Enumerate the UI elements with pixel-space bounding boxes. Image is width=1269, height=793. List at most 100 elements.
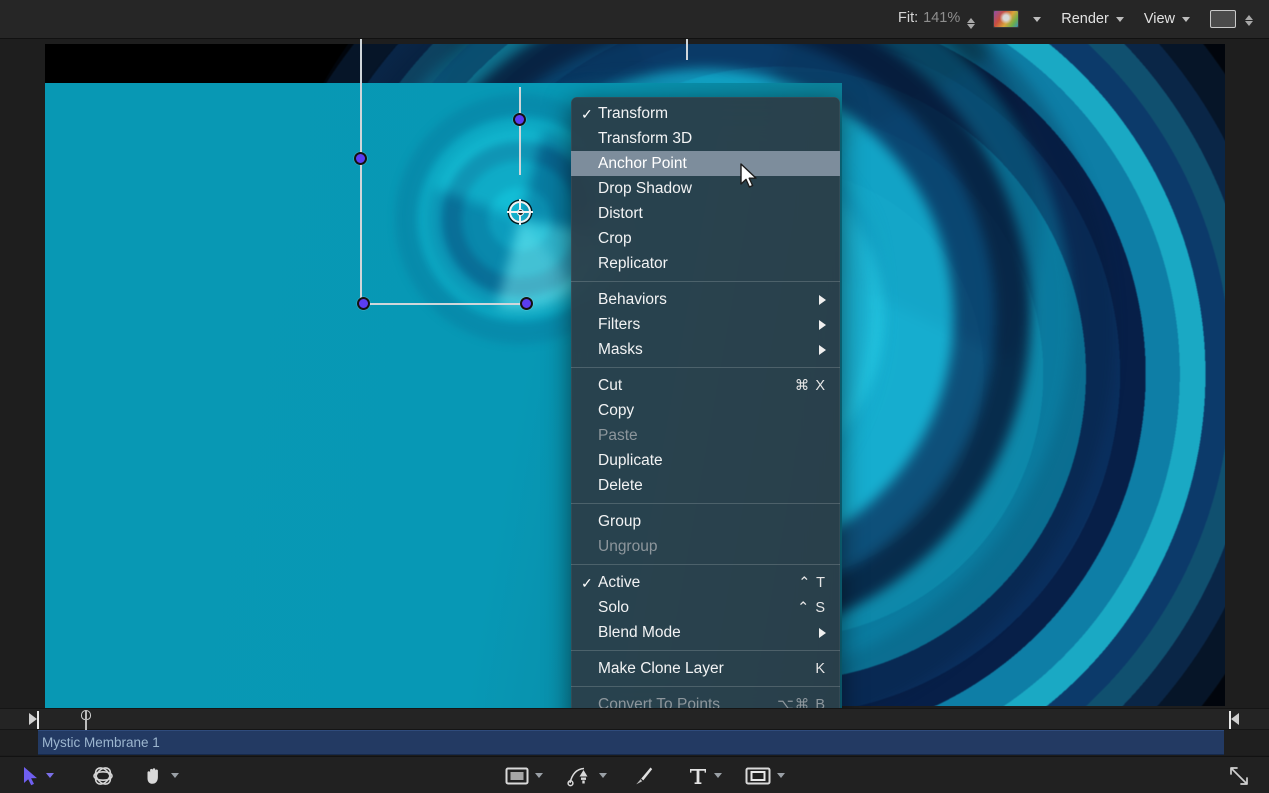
menu-item-label: Drop Shadow xyxy=(598,180,826,198)
timeline-clip-label: Mystic Membrane 1 xyxy=(42,735,160,750)
menu-item-label: Make Clone Layer xyxy=(598,660,801,678)
chevron-down-icon[interactable] xyxy=(777,773,785,778)
menu-item-label: Blend Mode xyxy=(598,624,805,642)
menu-item-convert-to-points: Convert To Points⌥⌘ B xyxy=(571,692,840,708)
canvas-viewport[interactable]: ✓TransformTransform 3DAnchor PointDrop S… xyxy=(0,39,1269,708)
resize-diagonal-icon xyxy=(1228,765,1250,787)
fit-stepper-icon[interactable] xyxy=(967,18,975,29)
menu-item-ungroup: Ungroup xyxy=(571,534,840,559)
chevron-down-icon[interactable] xyxy=(171,773,179,778)
menu-item-label: Transform xyxy=(598,105,826,123)
menu-item-replicator[interactable]: Replicator xyxy=(571,251,840,276)
chevron-down-icon[interactable] xyxy=(714,773,722,778)
menu-item-label: Active xyxy=(598,574,784,592)
timeline-clip[interactable]: Mystic Membrane 1 xyxy=(38,730,1224,755)
timeline-track[interactable]: Mystic Membrane 1 xyxy=(0,730,1269,755)
paint-tool[interactable] xyxy=(632,757,656,793)
fit-zoom-control[interactable]: Fit: 141% xyxy=(898,10,975,28)
timeline-ruler[interactable] xyxy=(0,708,1269,730)
menu-separator xyxy=(571,503,840,504)
menu-item-make-clone-layer[interactable]: Make Clone Layer K xyxy=(571,656,840,681)
menu-item-drop-shadow[interactable]: Drop Shadow xyxy=(571,176,840,201)
menu-item-label: Solo xyxy=(598,599,783,617)
transform-3d-tool[interactable] xyxy=(91,757,115,793)
menu-item-blend-mode[interactable]: Blend Mode xyxy=(571,620,840,645)
menu-item-shortcut: ⌘ X xyxy=(795,378,826,394)
chevron-down-icon[interactable] xyxy=(599,773,607,778)
menu-item-shortcut: ⌥⌘ B xyxy=(777,697,826,709)
select-tool[interactable] xyxy=(22,757,54,793)
stepper-up-icon xyxy=(1245,15,1253,20)
checkmark-icon: ✓ xyxy=(581,107,598,121)
menu-separator xyxy=(571,650,840,651)
out-point-icon[interactable] xyxy=(1231,713,1239,725)
layer-context-menu[interactable]: ✓TransformTransform 3DAnchor PointDrop S… xyxy=(571,97,840,708)
menu-item-shortcut: ⌃ T xyxy=(798,575,826,591)
menu-item-cut[interactable]: Cut ⌘ X xyxy=(571,373,840,398)
menu-separator xyxy=(571,281,840,282)
menu-item-label: Crop xyxy=(598,230,826,248)
out-point-bar xyxy=(1229,711,1231,729)
pen-icon xyxy=(567,764,593,788)
menu-item-crop[interactable]: Crop xyxy=(571,226,840,251)
bezier-tool[interactable] xyxy=(567,757,607,793)
menu-item-delete[interactable]: Delete xyxy=(571,473,840,498)
render-menu-button[interactable]: Render xyxy=(1061,11,1124,27)
fit-value: 141% xyxy=(923,10,960,26)
menu-item-label: Replicator xyxy=(598,255,826,273)
menu-item-label: Anchor Point xyxy=(598,155,826,173)
menu-item-label: Duplicate xyxy=(598,452,826,470)
display-layout-button[interactable] xyxy=(1210,10,1253,28)
mini-timeline[interactable]: Mystic Membrane 1 xyxy=(0,708,1269,756)
menu-item-behaviors[interactable]: Behaviors xyxy=(571,287,840,312)
menu-item-label: Paste xyxy=(598,427,826,445)
color-swatch-button[interactable] xyxy=(993,10,1041,28)
menu-item-shortcut: K xyxy=(815,661,826,677)
menu-item-label: Behaviors xyxy=(598,291,805,309)
menu-item-duplicate[interactable]: Duplicate xyxy=(571,448,840,473)
hand-icon xyxy=(143,765,165,787)
menu-item-masks[interactable]: Masks xyxy=(571,337,840,362)
resize-handle[interactable] xyxy=(1228,757,1250,793)
chevron-down-icon xyxy=(1033,17,1041,22)
rectangle-icon xyxy=(505,766,529,786)
playhead-line[interactable] xyxy=(85,711,87,730)
menu-item-label: Masks xyxy=(598,341,805,359)
in-point-bar xyxy=(37,711,39,729)
pan-tool[interactable] xyxy=(143,757,179,793)
menu-item-filters[interactable]: Filters xyxy=(571,312,840,337)
menu-item-label: Ungroup xyxy=(598,538,826,556)
shape-tool[interactable] xyxy=(505,757,543,793)
menu-item-active[interactable]: ✓Active⌃ T xyxy=(571,570,840,595)
menu-item-anchor-point[interactable]: Anchor Point xyxy=(571,151,840,176)
submenu-arrow-icon xyxy=(819,295,826,305)
gradient-swatch-icon xyxy=(993,10,1019,28)
mask-tool[interactable] xyxy=(745,757,785,793)
menu-item-label: Delete xyxy=(598,477,826,495)
menu-item-label: Filters xyxy=(598,316,805,334)
fit-label: Fit: xyxy=(898,10,918,26)
in-point-icon[interactable] xyxy=(29,713,37,725)
menu-item-label: Group xyxy=(598,513,826,531)
motion-app-window: Fit: 141% Render View xyxy=(0,0,1269,793)
arrow-cursor-icon xyxy=(22,766,40,786)
menu-item-group[interactable]: Group xyxy=(571,509,840,534)
chevron-down-icon[interactable] xyxy=(535,773,543,778)
tools-toolbar xyxy=(0,756,1269,793)
chevron-down-icon[interactable] xyxy=(46,773,54,778)
display-stepper-icon[interactable] xyxy=(1245,15,1253,26)
menu-item-transform-3d[interactable]: Transform 3D xyxy=(571,126,840,151)
menu-item-distort[interactable]: Distort xyxy=(571,201,840,226)
text-tool[interactable] xyxy=(688,757,722,793)
submenu-arrow-icon xyxy=(819,628,826,638)
menu-item-solo[interactable]: Solo⌃ S xyxy=(571,595,840,620)
menu-item-label: Cut xyxy=(598,377,781,395)
chevron-down-icon xyxy=(1182,17,1190,22)
view-menu-button[interactable]: View xyxy=(1144,11,1190,27)
menu-item-transform[interactable]: ✓Transform xyxy=(571,101,840,126)
render-label: Render xyxy=(1061,11,1109,27)
menu-item-copy[interactable]: Copy xyxy=(571,398,840,423)
orbit-icon xyxy=(91,765,115,787)
stepper-down-icon xyxy=(967,24,975,29)
submenu-arrow-icon xyxy=(819,345,826,355)
